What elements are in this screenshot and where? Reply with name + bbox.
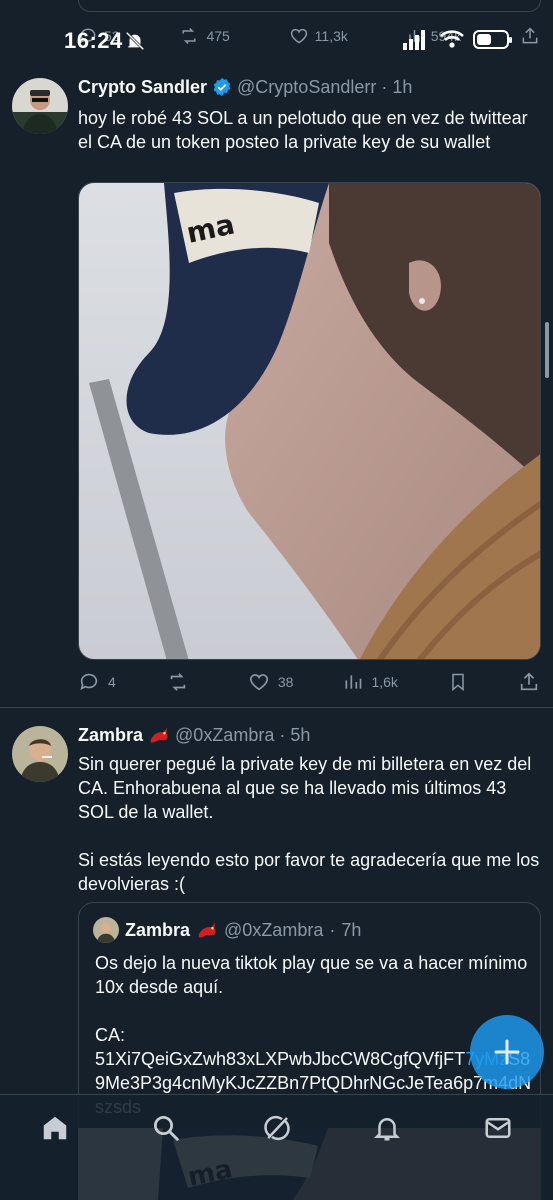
reply-icon — [80, 673, 98, 690]
author-handle[interactable]: @CryptoSandlerr — [237, 77, 376, 98]
previous-reply-button[interactable]: 52 — [78, 26, 120, 46]
author-name[interactable]: Zambra — [78, 725, 143, 746]
quoted-author-name: Zambra — [125, 919, 191, 940]
nav-search[interactable] — [151, 1113, 181, 1143]
bottom-navigation — [0, 1094, 553, 1200]
share-button[interactable] — [518, 671, 540, 693]
plus-icon — [494, 1039, 520, 1065]
heart-icon — [249, 674, 268, 691]
home-icon — [43, 1116, 67, 1140]
bookmark-icon — [452, 673, 464, 692]
compose-button[interactable] — [470, 1015, 544, 1089]
views-button[interactable]: 1,6k — [343, 672, 398, 692]
scrollbar[interactable] — [545, 322, 549, 378]
contract-address-part1: 51Xi7QeiGxZwh83xLXPwbJbcCW8CgfQVfjFT — [95, 1049, 466, 1069]
separator-dot: · — [381, 76, 388, 97]
share-icon — [522, 27, 538, 44]
grok-icon — [264, 1115, 290, 1141]
avatar[interactable] — [12, 726, 68, 782]
nav-home[interactable] — [40, 1113, 70, 1143]
reply-icon — [80, 28, 96, 44]
separator-dot: · — [279, 724, 286, 745]
notifications-icon — [373, 1118, 401, 1141]
tweet-text: Sin querer pegué la private key de mi bi… — [78, 754, 540, 894]
verified-badge-icon — [213, 77, 231, 97]
previous-retweet-button[interactable]: 475 — [178, 26, 230, 46]
retweet-icon — [182, 27, 197, 45]
separator-dot: · — [329, 919, 336, 940]
like-button[interactable]: 38 — [248, 671, 294, 693]
retweet-icon — [170, 673, 186, 691]
quoted-tweet-header: Zambra @0xZambra · 7h — [93, 917, 361, 943]
previous-like-button[interactable]: 11,3k — [289, 26, 348, 46]
author-handle[interactable]: @0xZambra — [175, 725, 274, 746]
previous-tweet-card-edge — [78, 0, 541, 12]
view-count: 1,6k — [371, 674, 398, 690]
retweet-button[interactable] — [166, 671, 198, 693]
tweet-time[interactable]: 1h — [392, 77, 412, 98]
tweet-actions: 4 38 1,6k — [78, 668, 540, 696]
quoted-text-intro: Os dejo la nueva tiktok play que se va a… — [95, 953, 528, 1045]
author-name[interactable]: Crypto Sandler — [78, 77, 207, 98]
previous-reply-count: 52 — [104, 28, 120, 44]
views-icon — [345, 675, 362, 689]
heart-icon — [290, 28, 307, 44]
previous-tweet-actions: 52 475 11,3k 594k — [78, 20, 540, 52]
tweet-time[interactable]: 5h — [290, 725, 310, 746]
messages-icon — [485, 1118, 511, 1138]
dragon-emoji-icon — [150, 727, 168, 743]
nav-grok[interactable] — [262, 1113, 292, 1143]
tweet-image[interactable]: ma — [78, 182, 541, 660]
previous-like-count: 11,3k — [314, 28, 348, 44]
views-icon — [408, 30, 424, 42]
avatar[interactable] — [12, 78, 68, 134]
like-count: 38 — [277, 674, 294, 690]
tweet-crypto-sandler[interactable]: Crypto Sandler @CryptoSandlerr · 1h hoy … — [0, 62, 553, 708]
previous-share-button[interactable] — [520, 26, 540, 46]
reply-button[interactable]: 4 — [78, 671, 116, 693]
tweet-text: hoy le robé 43 SOL a un pelotudo que en … — [78, 108, 533, 152]
tweet-header: Zambra @0xZambra · 5h — [78, 722, 541, 748]
quoted-tweet-time: 7h — [341, 919, 362, 940]
quoted-avatar — [93, 917, 119, 943]
tweet-header: Crypto Sandler @CryptoSandlerr · 1h — [78, 74, 541, 100]
share-icon — [520, 672, 538, 691]
quoted-author-handle: @0xZambra — [224, 919, 324, 940]
previous-view-count: 594k — [430, 28, 462, 44]
bookmark-button[interactable] — [448, 671, 468, 693]
previous-views-button[interactable]: 594k — [407, 27, 461, 45]
nav-messages[interactable] — [483, 1113, 513, 1143]
dragon-emoji-icon — [198, 922, 216, 938]
previous-retweet-count: 475 — [206, 28, 230, 44]
nav-notifications[interactable] — [372, 1113, 402, 1143]
search-icon — [154, 1116, 179, 1141]
reply-count: 4 — [108, 674, 116, 690]
